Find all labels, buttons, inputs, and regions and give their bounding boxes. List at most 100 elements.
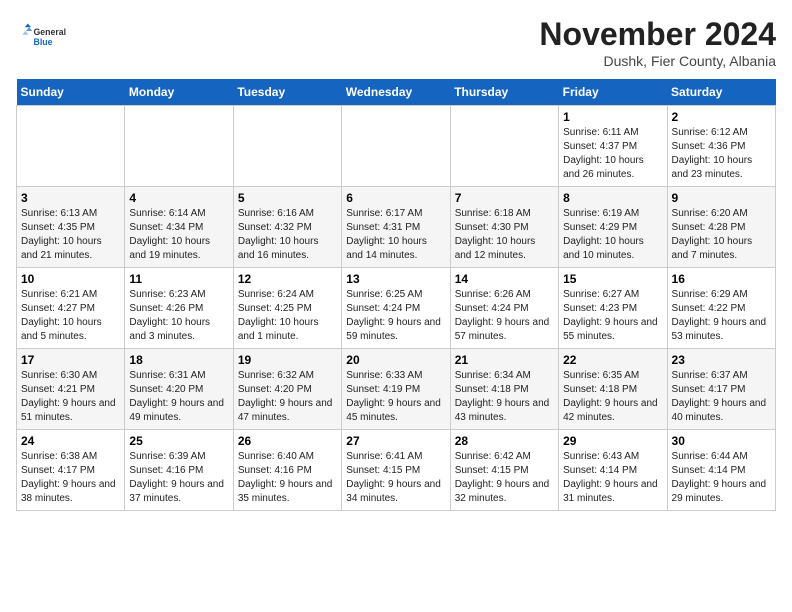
header: General Blue November 2024 Dushk, Fier C… <box>16 16 776 69</box>
svg-text:Blue: Blue <box>34 37 53 47</box>
header-friday: Friday <box>559 79 667 106</box>
week-row-0: 1 Sunrise: 6:11 AM Sunset: 4:37 PM Daylig… <box>17 106 776 187</box>
day-cell: 17 Sunrise: 6:30 AM Sunset: 4:21 PM Dayli… <box>17 349 125 430</box>
header-saturday: Saturday <box>667 79 775 106</box>
day-number: 29 <box>563 434 662 448</box>
day-cell: 4Sunrise: 6:14 AM Sunset: 4:34 PM Daylig… <box>125 187 233 268</box>
day-info: Sunrise: 6:41 AM Sunset: 4:15 PM Dayligh… <box>346 450 445 506</box>
day-info: Sunrise: 6:13 AM Sunset: 4:35 PM Dayligh… <box>21 207 120 263</box>
day-cell <box>342 106 450 187</box>
day-cell <box>233 106 341 187</box>
day-number: 17 <box>21 353 120 367</box>
day-cell: 16Sunrise: 6:29 AM Sunset: 4:22 PM Dayli… <box>667 268 775 349</box>
day-cell: 7 Sunrise: 6:18 AM Sunset: 4:30 PM Daylig… <box>450 187 558 268</box>
week-row-3: 17 Sunrise: 6:30 AM Sunset: 4:21 PM Dayli… <box>17 349 776 430</box>
calendar-body: 1 Sunrise: 6:11 AM Sunset: 4:37 PM Daylig… <box>17 106 776 511</box>
day-info: Sunrise: 6:18 AM Sunset: 4:30 PM Dayligh… <box>455 207 554 263</box>
week-row-1: 3 Sunrise: 6:13 AM Sunset: 4:35 PM Daylig… <box>17 187 776 268</box>
day-number: 16 <box>672 272 771 286</box>
day-cell: 11 Sunrise: 6:23 AM Sunset: 4:26 PM Dayli… <box>125 268 233 349</box>
day-info: Sunrise: 6:25 AM Sunset: 4:24 PM Dayligh… <box>346 288 445 344</box>
day-info: Sunrise: 6:30 AM Sunset: 4:21 PM Dayligh… <box>21 369 120 425</box>
day-cell: 25 Sunrise: 6:39 AM Sunset: 4:16 PM Dayli… <box>125 430 233 511</box>
day-info: Sunrise: 6:19 AM Sunset: 4:29 PM Dayligh… <box>563 207 662 263</box>
calendar-header: Sunday Monday Tuesday Wednesday Thursday… <box>17 79 776 106</box>
day-info: Sunrise: 6:11 AM Sunset: 4:37 PM Dayligh… <box>563 126 662 182</box>
logo: General Blue <box>16 16 66 56</box>
day-number: 1 <box>563 110 662 124</box>
day-info: Sunrise: 6:16 AM Sunset: 4:32 PM Dayligh… <box>238 207 337 263</box>
header-tuesday: Tuesday <box>233 79 341 106</box>
day-cell: 8Sunrise: 6:19 AM Sunset: 4:29 PM Daylig… <box>559 187 667 268</box>
day-info: Sunrise: 6:37 AM Sunset: 4:17 PM Dayligh… <box>672 369 771 425</box>
day-info: Sunrise: 6:35 AM Sunset: 4:18 PM Dayligh… <box>563 369 662 425</box>
day-info: Sunrise: 6:39 AM Sunset: 4:16 PM Dayligh… <box>129 450 228 506</box>
day-info: Sunrise: 6:33 AM Sunset: 4:19 PM Dayligh… <box>346 369 445 425</box>
day-cell: 28 Sunrise: 6:42 AM Sunset: 4:15 PM Dayli… <box>450 430 558 511</box>
day-number: 10 <box>21 272 120 286</box>
day-info: Sunrise: 6:43 AM Sunset: 4:14 PM Dayligh… <box>563 450 662 506</box>
day-number: 28 <box>455 434 554 448</box>
day-cell: 24Sunrise: 6:38 AM Sunset: 4:17 PM Dayli… <box>17 430 125 511</box>
week-row-4: 24Sunrise: 6:38 AM Sunset: 4:17 PM Dayli… <box>17 430 776 511</box>
day-cell: 9 Sunrise: 6:20 AM Sunset: 4:28 PM Daylig… <box>667 187 775 268</box>
day-number: 19 <box>238 353 337 367</box>
day-number: 14 <box>455 272 554 286</box>
day-number: 7 <box>455 191 554 205</box>
calendar-subtitle: Dushk, Fier County, Albania <box>539 53 776 69</box>
day-cell: 18Sunrise: 6:31 AM Sunset: 4:20 PM Dayli… <box>125 349 233 430</box>
title-area: November 2024 Dushk, Fier County, Albani… <box>539 16 776 69</box>
day-cell: 5 Sunrise: 6:16 AM Sunset: 4:32 PM Daylig… <box>233 187 341 268</box>
day-number: 23 <box>672 353 771 367</box>
day-number: 13 <box>346 272 445 286</box>
day-cell: 23 Sunrise: 6:37 AM Sunset: 4:17 PM Dayli… <box>667 349 775 430</box>
day-cell: 15Sunrise: 6:27 AM Sunset: 4:23 PM Dayli… <box>559 268 667 349</box>
day-number: 25 <box>129 434 228 448</box>
day-info: Sunrise: 6:20 AM Sunset: 4:28 PM Dayligh… <box>672 207 771 263</box>
day-info: Sunrise: 6:21 AM Sunset: 4:27 PM Dayligh… <box>21 288 120 344</box>
header-monday: Monday <box>125 79 233 106</box>
day-cell <box>125 106 233 187</box>
day-number: 27 <box>346 434 445 448</box>
calendar-table: Sunday Monday Tuesday Wednesday Thursday… <box>16 79 776 511</box>
day-number: 30 <box>672 434 771 448</box>
day-cell: 21Sunrise: 6:34 AM Sunset: 4:18 PM Dayli… <box>450 349 558 430</box>
day-cell <box>450 106 558 187</box>
day-info: Sunrise: 6:42 AM Sunset: 4:15 PM Dayligh… <box>455 450 554 506</box>
day-cell: 10 Sunrise: 6:21 AM Sunset: 4:27 PM Dayli… <box>17 268 125 349</box>
day-number: 21 <box>455 353 554 367</box>
day-cell: 22Sunrise: 6:35 AM Sunset: 4:18 PM Dayli… <box>559 349 667 430</box>
day-number: 6 <box>346 191 445 205</box>
day-cell: 19Sunrise: 6:32 AM Sunset: 4:20 PM Dayli… <box>233 349 341 430</box>
day-cell: 20 Sunrise: 6:33 AM Sunset: 4:19 PM Dayli… <box>342 349 450 430</box>
header-row: Sunday Monday Tuesday Wednesday Thursday… <box>17 79 776 106</box>
day-info: Sunrise: 6:40 AM Sunset: 4:16 PM Dayligh… <box>238 450 337 506</box>
day-cell: 14 Sunrise: 6:26 AM Sunset: 4:24 PM Dayli… <box>450 268 558 349</box>
day-info: Sunrise: 6:27 AM Sunset: 4:23 PM Dayligh… <box>563 288 662 344</box>
day-cell: 26Sunrise: 6:40 AM Sunset: 4:16 PM Dayli… <box>233 430 341 511</box>
day-number: 3 <box>21 191 120 205</box>
day-info: Sunrise: 6:12 AM Sunset: 4:36 PM Dayligh… <box>672 126 771 182</box>
day-number: 5 <box>238 191 337 205</box>
calendar-title: November 2024 <box>539 16 776 53</box>
day-number: 18 <box>129 353 228 367</box>
day-info: Sunrise: 6:24 AM Sunset: 4:25 PM Dayligh… <box>238 288 337 344</box>
day-cell: 13 Sunrise: 6:25 AM Sunset: 4:24 PM Dayli… <box>342 268 450 349</box>
logo-svg: General Blue <box>16 16 66 56</box>
svg-text:General: General <box>34 27 67 37</box>
day-info: Sunrise: 6:23 AM Sunset: 4:26 PM Dayligh… <box>129 288 228 344</box>
day-cell: 3 Sunrise: 6:13 AM Sunset: 4:35 PM Daylig… <box>17 187 125 268</box>
day-number: 11 <box>129 272 228 286</box>
day-cell: 27 Sunrise: 6:41 AM Sunset: 4:15 PM Dayli… <box>342 430 450 511</box>
week-row-2: 10 Sunrise: 6:21 AM Sunset: 4:27 PM Dayli… <box>17 268 776 349</box>
day-number: 9 <box>672 191 771 205</box>
day-info: Sunrise: 6:17 AM Sunset: 4:31 PM Dayligh… <box>346 207 445 263</box>
day-info: Sunrise: 6:26 AM Sunset: 4:24 PM Dayligh… <box>455 288 554 344</box>
day-number: 20 <box>346 353 445 367</box>
day-cell: 29 Sunrise: 6:43 AM Sunset: 4:14 PM Dayli… <box>559 430 667 511</box>
day-cell: 12Sunrise: 6:24 AM Sunset: 4:25 PM Dayli… <box>233 268 341 349</box>
day-info: Sunrise: 6:44 AM Sunset: 4:14 PM Dayligh… <box>672 450 771 506</box>
header-wednesday: Wednesday <box>342 79 450 106</box>
day-cell: 6 Sunrise: 6:17 AM Sunset: 4:31 PM Daylig… <box>342 187 450 268</box>
header-sunday: Sunday <box>17 79 125 106</box>
